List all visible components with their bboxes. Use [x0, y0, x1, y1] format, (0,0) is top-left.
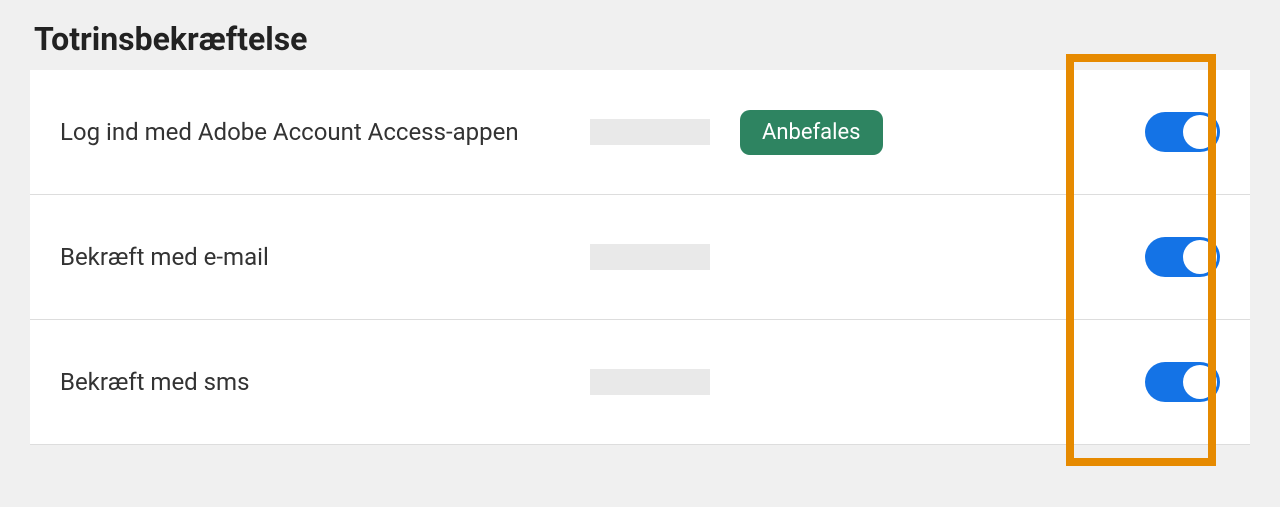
setting-label: Bekræft med sms — [60, 368, 590, 396]
recommended-badge: Anbefales — [740, 110, 883, 155]
setting-label: Bekræft med e-mail — [60, 243, 590, 271]
redacted-placeholder — [590, 244, 710, 270]
section-title: Totrinsbekræftelse — [30, 20, 1250, 58]
badge-wrapper: Anbefales — [740, 110, 920, 155]
settings-panel: Log ind med Adobe Account Access-appen A… — [30, 70, 1250, 445]
redacted-placeholder — [590, 119, 710, 145]
toggle-sms[interactable] — [1145, 362, 1220, 402]
redacted-placeholder — [590, 369, 710, 395]
toggle-knob-icon — [1183, 240, 1217, 274]
toggle-knob-icon — [1183, 365, 1217, 399]
toggle-adobe-app[interactable] — [1145, 112, 1220, 152]
setting-row-adobe-app: Log ind med Adobe Account Access-appen A… — [30, 70, 1250, 195]
setting-row-email: Bekræft med e-mail — [30, 195, 1250, 320]
setting-row-sms: Bekræft med sms — [30, 320, 1250, 445]
setting-label: Log ind med Adobe Account Access-appen — [60, 118, 590, 146]
toggle-knob-icon — [1183, 115, 1217, 149]
toggle-email[interactable] — [1145, 237, 1220, 277]
